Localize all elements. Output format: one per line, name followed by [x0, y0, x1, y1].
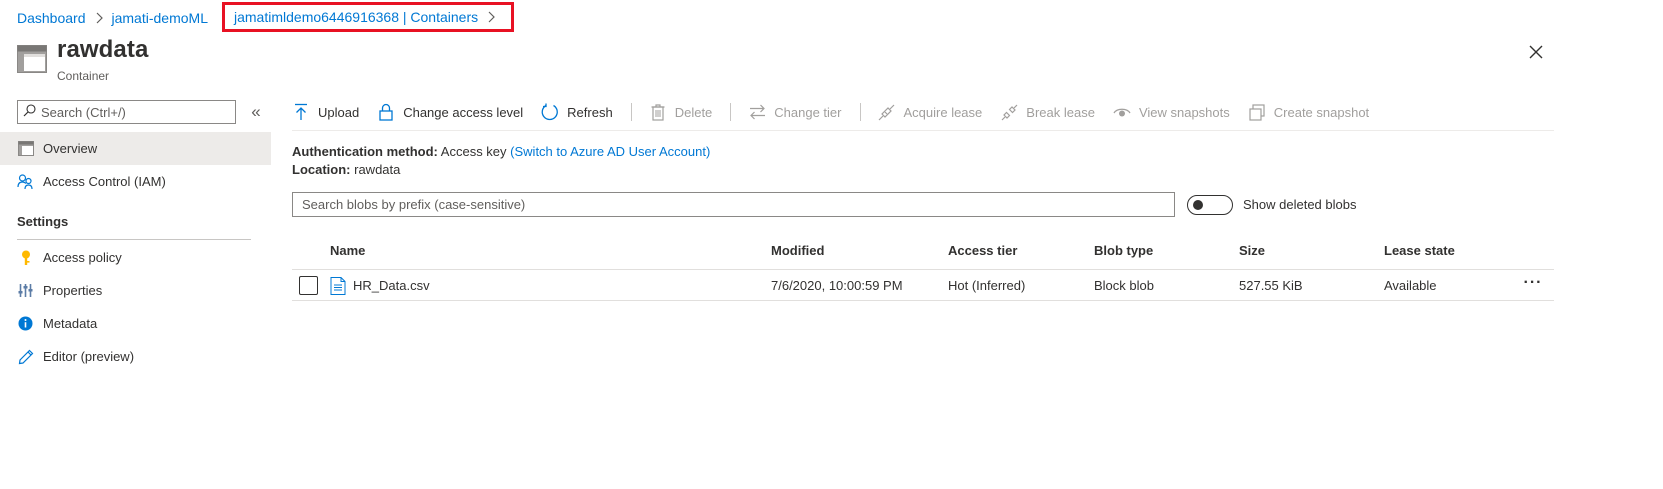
link-icon [878, 103, 896, 121]
breadcrumb-containers[interactable]: jamatimldemo6446916368 | Containers [234, 9, 478, 25]
breadcrumb-dashboard[interactable]: Dashboard [17, 10, 86, 26]
pencil-icon [17, 348, 34, 365]
blob-access-tier: Hot (Inferred) [948, 278, 1026, 293]
location-value: rawdata [354, 162, 401, 177]
sidebar-item-label: Editor (preview) [43, 349, 135, 364]
sidebar-item-metadata[interactable]: Metadata [0, 307, 271, 340]
acquire-lease-label: Acquire lease [903, 104, 983, 120]
break-lease-button[interactable]: Break lease [1000, 96, 1095, 128]
column-header-lease-state[interactable]: Lease state [1384, 243, 1455, 258]
change-tier-button[interactable]: Change tier [748, 96, 842, 128]
breadcrumb-workspace[interactable]: jamati-demoML [112, 10, 208, 26]
chevron-right-icon [487, 11, 495, 23]
command-bar: Upload Change access level Refresh Delet… [292, 96, 1387, 128]
blob-name-link[interactable]: HR_Data.csv [353, 278, 430, 293]
toolbar-divider [859, 103, 861, 121]
table-row-divider [292, 300, 1554, 301]
row-checkbox[interactable] [299, 276, 318, 295]
refresh-button[interactable]: Refresh [541, 96, 613, 128]
sidebar-item-properties[interactable]: Properties [0, 274, 271, 307]
blob-search-box[interactable] [292, 192, 1175, 217]
breadcrumb: Dashboard jamati-demoML [17, 8, 208, 28]
sidebar-item-overview[interactable]: Overview [0, 132, 271, 165]
snapshot-icon [1248, 103, 1266, 121]
broken-link-icon [1000, 103, 1018, 121]
sliders-icon [17, 282, 34, 299]
toolbar-divider-line [292, 130, 1554, 131]
file-icon [330, 277, 346, 295]
sidebar-search[interactable] [17, 100, 236, 124]
container-icon [17, 140, 34, 157]
show-deleted-blobs-toggle[interactable] [1187, 195, 1233, 215]
view-snapshots-label: View snapshots [1138, 104, 1230, 120]
auth-method-label: Authentication method: [292, 144, 438, 159]
column-header-access-tier[interactable]: Access tier [948, 243, 1017, 258]
table-header-divider [292, 269, 1554, 270]
column-header-blob-type[interactable]: Blob type [1094, 243, 1153, 258]
sidebar-item-label: Access policy [43, 250, 122, 265]
sidebar-item-label: Access Control (IAM) [43, 174, 166, 189]
more-options-icon[interactable]: ··· [1521, 274, 1545, 294]
toolbar-divider [730, 103, 732, 121]
close-icon[interactable] [1524, 40, 1548, 64]
search-icon [23, 104, 36, 120]
sidebar-item-access-control[interactable]: Access Control (IAM) [0, 165, 271, 198]
chevron-right-icon [95, 12, 103, 24]
upload-button[interactable]: Upload [292, 96, 359, 128]
blob-modified: 7/6/2020, 10:00:59 PM [771, 278, 903, 293]
breadcrumb-highlight-box: jamatimldemo6446916368 | Containers [222, 2, 514, 32]
create-snapshot-label: Create snapshot [1273, 104, 1370, 120]
refresh-icon [541, 103, 559, 121]
location-label: Location: [292, 162, 351, 177]
blob-lease-state: Available [1384, 278, 1437, 293]
auth-method-value: Access key [440, 144, 507, 159]
info-icon [17, 315, 34, 332]
acquire-lease-button[interactable]: Acquire lease [878, 96, 983, 128]
container-icon [17, 45, 47, 73]
key-icon [17, 249, 34, 266]
sidebar-item-label: Overview [43, 141, 98, 156]
change-access-level-label: Change access level [403, 104, 524, 120]
upload-label: Upload [318, 104, 360, 120]
sidebar-item-editor[interactable]: Editor (preview) [0, 340, 271, 373]
column-header-name[interactable]: Name [330, 243, 365, 258]
view-snapshots-button[interactable]: View snapshots [1113, 96, 1230, 128]
refresh-label: Refresh [567, 104, 613, 120]
settings-section-title: Settings [17, 214, 69, 229]
toggle-knob [1193, 200, 1203, 210]
eye-icon [1113, 103, 1131, 121]
toolbar-divider [630, 103, 632, 121]
delete-label: Delete [674, 104, 713, 120]
blob-size: 527.55 KiB [1239, 278, 1303, 293]
page-subtitle: Container [57, 69, 110, 83]
create-snapshot-button[interactable]: Create snapshot [1248, 96, 1369, 128]
column-header-modified[interactable]: Modified [771, 243, 824, 258]
blob-type: Block blob [1094, 278, 1154, 293]
upload-icon [292, 103, 310, 121]
change-tier-label: Change tier [774, 104, 842, 120]
blob-search-input[interactable] [302, 197, 1162, 212]
collapse-sidebar-icon[interactable]: « [246, 101, 266, 123]
settings-divider [17, 239, 251, 240]
people-icon [17, 173, 34, 190]
sidebar-item-label: Metadata [43, 316, 98, 331]
delete-button[interactable]: Delete [649, 96, 713, 128]
trash-icon [649, 103, 667, 121]
change-access-level-button[interactable]: Change access level [377, 96, 523, 128]
column-header-size[interactable]: Size [1239, 243, 1265, 258]
sidebar-item-label: Properties [43, 283, 103, 298]
page-title: rawdata [57, 36, 149, 63]
authentication-method-line: Authentication method: Access key (Switc… [292, 144, 710, 159]
sidebar-search-input[interactable] [41, 104, 226, 120]
lock-icon [377, 103, 395, 121]
swap-arrows-icon [748, 103, 766, 121]
break-lease-label: Break lease [1026, 104, 1095, 120]
location-line: Location: rawdata [292, 162, 400, 177]
sidebar-item-access-policy[interactable]: Access policy [0, 241, 271, 274]
show-deleted-blobs-label: Show deleted blobs [1243, 197, 1357, 212]
switch-auth-link[interactable]: (Switch to Azure AD User Account) [510, 144, 710, 159]
